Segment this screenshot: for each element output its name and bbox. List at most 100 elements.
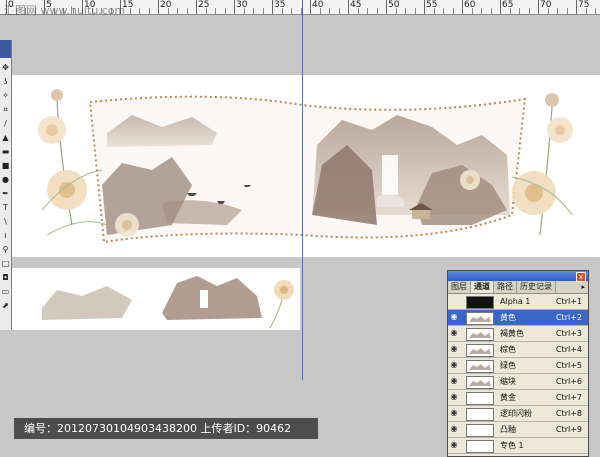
eye-icon[interactable]: ◉ — [450, 441, 458, 449]
close-icon[interactable]: x — [576, 272, 586, 282]
type-tool-icon[interactable]: T — [1, 202, 10, 214]
channel-row[interactable]: ◉ 专色 1 — [448, 438, 588, 454]
landscape-artwork — [38, 89, 573, 244]
ruler-major-tick — [424, 0, 425, 14]
ruler-minor-tick — [262, 8, 264, 14]
ruler-minor-tick — [490, 8, 492, 14]
lasso-tool-icon[interactable]: ʖ — [1, 76, 10, 88]
tab-layers[interactable]: 图层 — [448, 281, 471, 293]
ruler-minor-tick — [253, 8, 254, 14]
eye-icon[interactable]: ◉ — [450, 313, 458, 321]
ruler-major-tick — [158, 0, 159, 14]
landscape-strip-artwork — [42, 276, 294, 329]
channel-thumbnail — [466, 360, 494, 373]
channel-row[interactable]: ◉ 绿色 Ctrl+5 — [448, 358, 588, 374]
screen-mode-tool-icon[interactable]: ▭ — [1, 286, 10, 298]
eye-icon[interactable] — [450, 297, 458, 305]
ruler-minor-tick — [338, 8, 340, 14]
channel-row[interactable]: ◉ 凸釉 Ctrl+9 — [448, 422, 588, 438]
stamp-tool-icon[interactable]: ▲ — [1, 132, 10, 144]
channel-name: 缩块 — [500, 377, 516, 386]
channel-row[interactable]: ◉ 褐黄色 Ctrl+3 — [448, 326, 588, 342]
zoom-tool-icon[interactable]: ⚲ — [1, 244, 10, 256]
quickmask-tool-icon[interactable]: ◘ — [1, 272, 10, 284]
eye-icon[interactable]: ◉ — [450, 377, 458, 385]
ruler-label: 75 — [578, 0, 590, 10]
ruler-minor-tick — [528, 8, 530, 14]
ruler-major-tick — [538, 0, 539, 14]
ruler-minor-tick — [595, 8, 596, 14]
pen-tool-icon[interactable]: ✒ — [1, 188, 10, 200]
ruler-label: 40 — [312, 0, 324, 10]
panel-titlebar[interactable]: x — [448, 271, 588, 282]
gradient-tool-icon[interactable]: ■ — [1, 160, 10, 172]
ruler-major-tick — [386, 0, 387, 14]
channel-list: Alpha 1 Ctrl+1 ◉ 黄色 Ctrl+2 ◉ 褐黄色 Ctrl+3 ◉ 棕色 Ctrl+… — [448, 294, 588, 454]
channel-row[interactable]: Alpha 1 Ctrl+1 — [448, 294, 588, 310]
eye-icon[interactable]: ◉ — [450, 425, 458, 433]
eye-icon[interactable]: ◉ — [450, 393, 458, 401]
channel-thumbnail — [466, 408, 494, 421]
move-tool-icon[interactable]: ✥ — [1, 62, 10, 74]
eye-icon[interactable]: ◉ — [450, 345, 458, 353]
ruler-major-tick — [196, 0, 197, 14]
ruler-minor-tick — [557, 8, 558, 14]
ruler-minor-tick — [291, 8, 292, 14]
ruler-major-tick — [500, 0, 501, 14]
eraser-tool-icon[interactable]: ▬ — [1, 146, 10, 158]
ruler-minor-tick — [547, 8, 549, 14]
shape-tool-icon[interactable]: \ — [1, 216, 10, 228]
ruler-minor-tick — [357, 8, 359, 14]
ruler-minor-tick — [148, 8, 150, 14]
channel-thumbnail — [466, 312, 494, 325]
ruler-minor-tick — [433, 8, 435, 14]
channel-row[interactable]: ◉ 缩块 Ctrl+6 — [448, 374, 588, 390]
ruler-minor-tick — [376, 8, 378, 14]
panel-tabs: 图层 通道 路径 历史记录 ▸ — [448, 281, 588, 294]
ruler-minor-tick — [443, 8, 444, 14]
eyedropper-tool-icon[interactable]: ı — [1, 230, 10, 242]
eye-icon[interactable]: ◉ — [450, 361, 458, 369]
eye-icon[interactable]: ◉ — [450, 409, 458, 417]
magic-wand-tool-icon[interactable]: ✧ — [1, 90, 10, 102]
channel-row[interactable]: ◉ 逻印闪粉 Ctrl+8 — [448, 406, 588, 422]
channel-thumbnail — [466, 424, 494, 437]
ruler-minor-tick — [139, 8, 140, 14]
channel-row[interactable]: ◉ 棕色 Ctrl+4 — [448, 342, 588, 358]
channel-thumbnail — [466, 328, 494, 341]
document-strip[interactable] — [12, 268, 300, 330]
ruler-major-tick — [348, 0, 349, 14]
channel-name: 褐黄色 — [500, 329, 524, 338]
channel-shortcut: Ctrl+2 — [555, 313, 582, 322]
document-canvas[interactable] — [12, 0, 600, 380]
vertical-guide-center[interactable] — [302, 0, 303, 380]
ruler-minor-tick — [481, 8, 482, 14]
channel-thumbnail — [466, 296, 494, 309]
channel-shortcut: Ctrl+4 — [555, 345, 582, 354]
dodge-tool-icon[interactable]: ● — [1, 174, 10, 186]
ruler-major-tick — [462, 0, 463, 14]
channel-row[interactable]: ◉ 黄色 Ctrl+2 — [448, 310, 588, 326]
brush-tool-icon[interactable]: / — [1, 118, 10, 130]
channel-name: 逻印闪粉 — [500, 409, 532, 418]
tab-channels[interactable]: 通道 — [471, 281, 494, 293]
channel-name: 棕色 — [500, 345, 516, 354]
channel-shortcut: Ctrl+8 — [555, 409, 582, 418]
color-swatch-icon[interactable]: □ — [1, 258, 10, 270]
tab-history[interactable]: 历史记录 — [517, 281, 556, 293]
channel-row[interactable]: ◉ 黄金 Ctrl+7 — [448, 390, 588, 406]
eye-icon[interactable]: ◉ — [450, 329, 458, 337]
ruler-major-tick — [576, 0, 577, 14]
ruler-minor-tick — [319, 8, 321, 14]
ruler-minor-tick — [452, 8, 454, 14]
ruler-label: 70 — [540, 0, 552, 10]
tab-paths[interactable]: 路径 — [494, 281, 517, 293]
ruler-minor-tick — [405, 8, 406, 14]
channel-thumbnail — [466, 376, 494, 389]
panel-menu-icon[interactable]: ▸ — [581, 281, 588, 293]
channel-shortcut: Ctrl+3 — [555, 329, 582, 338]
ruler-label: 30 — [236, 0, 248, 10]
jump-tool-icon[interactable]: ⬈ — [1, 300, 10, 312]
image-info-bar: 编号：20120730104903438200 上传者ID：90462 — [14, 418, 318, 439]
crop-tool-icon[interactable]: ⌗ — [1, 104, 10, 116]
